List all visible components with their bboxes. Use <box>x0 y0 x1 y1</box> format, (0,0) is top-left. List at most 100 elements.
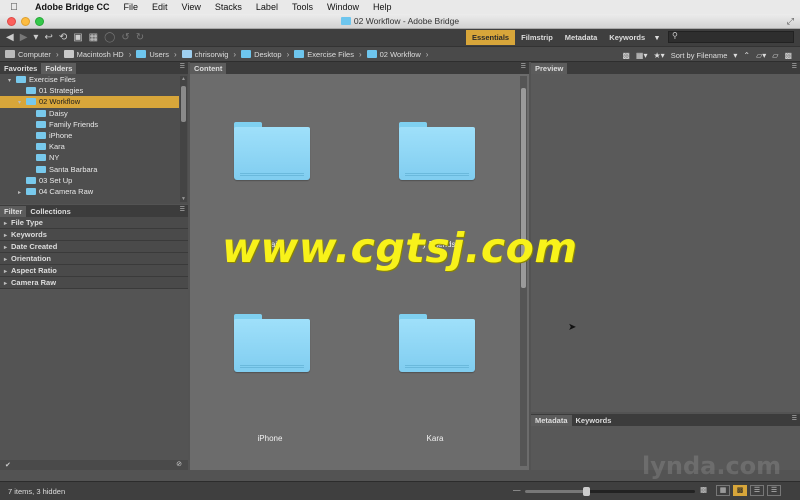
menu-edit[interactable]: Edit <box>145 2 175 12</box>
crumb-computer[interactable]: Computer <box>5 50 51 59</box>
go-parent-icon[interactable]: ↩ <box>44 32 52 43</box>
return-icon[interactable]: ⟲ <box>59 32 67 43</box>
forward-arrow-icon[interactable]: ▶ <box>20 32 28 43</box>
triangle-right-icon[interactable]: ▸ <box>4 221 7 227</box>
apple-icon[interactable]:  <box>0 2 28 13</box>
triangle-right-icon[interactable]: ▸ <box>4 257 7 263</box>
tab-favorites[interactable]: Favorites <box>0 63 41 74</box>
tab-keywords[interactable]: Keywords <box>572 415 616 426</box>
panel-menu-icon[interactable]: ☰ <box>521 63 526 70</box>
view-details-button[interactable]: ☰ <box>750 485 764 496</box>
crumb-users[interactable]: Users <box>136 50 169 59</box>
workspace-filmstrip[interactable]: Filmstrip <box>515 30 559 45</box>
back-arrow-icon[interactable]: ◀ <box>6 32 14 43</box>
rotate-left-icon[interactable]: ↺ <box>121 32 129 43</box>
panel-menu-icon[interactable]: ☰ <box>180 63 185 70</box>
chevron-right-icon: › <box>128 49 132 59</box>
workspace-dropdown-icon[interactable]: ▾ <box>651 30 663 45</box>
view-list-button[interactable]: ☰ <box>767 485 781 496</box>
scroll-thumb[interactable] <box>181 86 186 122</box>
filter-category[interactable]: ▸ File Type <box>0 217 188 229</box>
sort-chevron-icon[interactable]: ▾ <box>733 51 737 60</box>
crumb-02-workflow[interactable]: 02 Workflow <box>366 50 421 59</box>
folder-tree-item[interactable]: 03 Set Up <box>0 175 179 186</box>
new-folder-icon[interactable]: ▱ <box>772 51 778 60</box>
folder-tree-item[interactable]: Family Friends <box>0 119 179 130</box>
view-thumbnails-button[interactable]: ▩ <box>733 485 747 496</box>
trash-icon[interactable]: ▩ <box>784 51 792 60</box>
tab-preview[interactable]: Preview <box>531 63 568 74</box>
panel-menu-icon[interactable]: ☰ <box>180 206 185 213</box>
folder-tree-item[interactable]: 01 Strategies <box>0 85 179 96</box>
menu-view[interactable]: View <box>175 2 208 12</box>
slider-handle[interactable] <box>583 487 591 496</box>
menu-label[interactable]: Label <box>249 2 285 12</box>
crumb-desktop[interactable]: Desktop <box>241 50 282 59</box>
scroll-down-icon[interactable]: ▼ <box>180 196 187 202</box>
open-recent-icon[interactable]: ◯ <box>104 32 115 43</box>
scroll-up-icon[interactable]: ▲ <box>180 76 187 82</box>
folder-tree-item[interactable]: NY <box>0 152 179 163</box>
filter-category[interactable]: ▸ Camera Raw <box>0 277 188 289</box>
grid-lock-icon[interactable]: ▦ <box>716 485 730 496</box>
menu-app[interactable]: Adobe Bridge CC <box>28 2 117 12</box>
filter-panel: Filter Collections ☰ ▸ File Type ▸ Keywords… <box>0 205 188 470</box>
tab-content[interactable]: Content <box>190 63 227 74</box>
workspace-essentials[interactable]: Essentials <box>466 30 516 45</box>
folder-icon <box>399 314 475 372</box>
folder-tree-item[interactable]: Santa Barbara <box>0 164 179 175</box>
get-photos-icon[interactable]: ▣ <box>73 32 82 43</box>
tab-folders[interactable]: Folders <box>41 63 77 74</box>
content-folder-item[interactable]: Kara <box>375 314 495 444</box>
sort-direction-icon[interactable]: ⌃ <box>743 51 750 60</box>
open-recent-folder-icon[interactable]: ▱▾ <box>756 51 766 60</box>
folder-tree-item[interactable]: Kara <box>0 141 179 152</box>
zoom-in-icon[interactable]: ▩ <box>700 485 707 494</box>
tab-metadata[interactable]: Metadata <box>531 415 572 426</box>
tab-filter[interactable]: Filter <box>0 206 27 217</box>
keep-filter-icon[interactable]: ✔ <box>5 461 11 469</box>
filter-category[interactable]: ▸ Aspect Ratio <box>0 265 188 277</box>
triangle-right-icon[interactable]: ▸ <box>4 269 7 275</box>
triangle-right-icon[interactable]: ▸ <box>4 281 7 287</box>
zoom-out-icon[interactable]: — <box>513 485 521 494</box>
panel-menu-icon[interactable]: ☰ <box>792 415 797 422</box>
tab-collections[interactable]: Collections <box>26 206 74 217</box>
content-folder-item[interactable]: iPhone <box>210 314 330 444</box>
search-input[interactable] <box>668 31 794 43</box>
filter-category[interactable]: ▸ Orientation <box>0 253 188 265</box>
clear-filter-icon[interactable]: ⊘ <box>176 460 182 468</box>
fullscreen-icon[interactable]: ⤢ <box>787 16 794 27</box>
folder-tree-item[interactable]: Daisy <box>0 108 179 119</box>
sort-dropdown[interactable]: Sort by Filename <box>671 51 728 60</box>
panel-menu-icon[interactable]: ☰ <box>792 63 797 70</box>
crumb-macintosh-hd[interactable]: Macintosh HD <box>63 50 124 59</box>
refine-icon[interactable]: ▦ <box>89 32 98 43</box>
triangle-right-icon[interactable]: ▸ <box>4 245 7 251</box>
triangle-right-icon[interactable]: ▸ <box>18 188 26 199</box>
folder-tree-item[interactable]: ▾ 02 Workflow <box>0 96 179 108</box>
menu-file[interactable]: File <box>117 2 146 12</box>
menu-stacks[interactable]: Stacks <box>208 2 249 12</box>
folder-tree-item[interactable]: ▸ 04 Camera Raw <box>0 186 179 197</box>
thumbnail-size-slider[interactable] <box>525 487 695 496</box>
crumb-exercise-files[interactable]: Exercise Files <box>294 50 354 59</box>
crumb-user[interactable]: chrisorwig <box>181 50 228 59</box>
filter-category[interactable]: ▸ Keywords <box>0 229 188 241</box>
star-filter-icon[interactable]: ★▾ <box>654 51 665 60</box>
filter-category[interactable]: ▸ Date Created <box>0 241 188 253</box>
menu-help[interactable]: Help <box>366 2 399 12</box>
workspace-keywords[interactable]: Keywords <box>603 30 651 45</box>
folder-icon <box>294 50 305 58</box>
rotate-right-icon[interactable]: ↻ <box>136 32 144 43</box>
menu-window[interactable]: Window <box>320 2 366 12</box>
quality-icon[interactable]: ▩ <box>622 51 630 60</box>
menu-tools[interactable]: Tools <box>285 2 320 12</box>
folder-tree-item[interactable]: ▾ Exercise Files <box>0 74 179 85</box>
workspace-metadata[interactable]: Metadata <box>559 30 604 45</box>
folders-scrollbar[interactable]: ▲ ▼ <box>180 76 187 202</box>
history-dropdown-icon[interactable]: ▾ <box>33 32 38 43</box>
thumbnail-quality-icon[interactable]: ▦▾ <box>636 51 648 60</box>
triangle-right-icon[interactable]: ▸ <box>4 233 7 239</box>
folder-tree-item[interactable]: iPhone <box>0 130 179 141</box>
